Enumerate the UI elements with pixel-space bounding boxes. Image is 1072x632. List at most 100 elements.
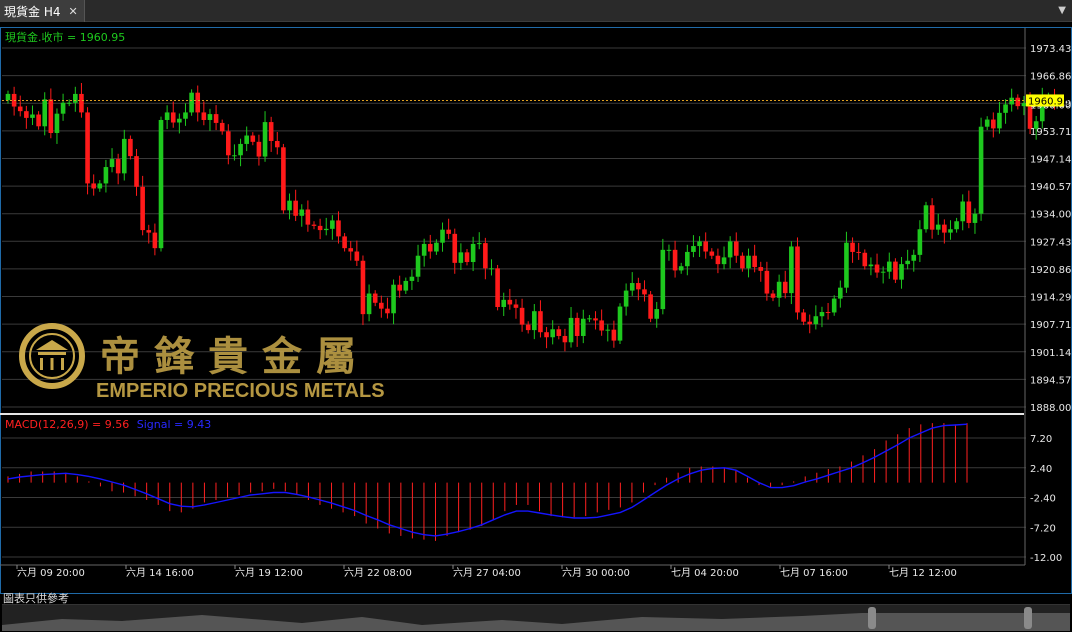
candle-body: [60, 102, 66, 114]
candle-body: [183, 112, 188, 119]
macd-legend: MACD(12,26,9) = 9.56 Signal = 9.43: [5, 418, 211, 431]
macd-tick-label: -12.00: [1030, 553, 1062, 564]
candle-body: [483, 243, 488, 269]
candle-body: [1015, 97, 1021, 107]
candle-body: [691, 246, 696, 252]
macd-tick-label: 7.20: [1030, 434, 1052, 445]
candle-body: [36, 114, 41, 127]
price-tick-label: 1973.43: [1030, 44, 1071, 55]
candle-body: [801, 312, 806, 322]
candle-body: [819, 312, 825, 317]
candle-body: [397, 284, 402, 291]
macd-tick-label: -2.40: [1030, 494, 1056, 505]
candle-body: [427, 243, 433, 252]
watermark: 帝鋒貴金屬 EMPERIO PRECIOUS METALS: [19, 323, 385, 402]
candle-body: [991, 119, 996, 129]
candle-body: [17, 106, 23, 112]
candle-body: [519, 307, 525, 325]
candle-body: [562, 335, 568, 343]
emperio-logo-icon: [19, 323, 85, 389]
candle-body: [703, 241, 708, 252]
candle-body: [917, 229, 923, 255]
candle-body: [421, 243, 427, 256]
signal-line: [7, 423, 968, 537]
candle-body: [415, 255, 421, 277]
x-axis: 六月 09 20:00 六月 14 16:00 六月 19 12:00 六月 22 0…: [16, 565, 957, 579]
x-tick-label: 七月 04 20:00: [671, 567, 739, 579]
candle-body: [434, 242, 439, 252]
candle-body: [54, 113, 60, 134]
candle-body: [709, 251, 715, 256]
candle-body: [752, 255, 757, 268]
candle-body: [244, 135, 249, 144]
candle-body: [134, 156, 139, 187]
candle-body: [831, 298, 837, 313]
candle-body: [470, 243, 476, 263]
candle-body: [30, 114, 35, 118]
candle-body: [954, 221, 959, 230]
candle-body: [42, 99, 48, 127]
candle-body: [868, 264, 874, 267]
candle-body: [489, 268, 494, 270]
candle-body: [813, 316, 819, 325]
candle-body: [715, 255, 721, 265]
candle-body: [274, 140, 280, 148]
candle-body: [91, 183, 96, 189]
x-tick-label: 六月 22 08:00: [344, 567, 412, 579]
candle-body: [440, 229, 445, 243]
candle-body: [532, 311, 537, 331]
timeline-scroller[interactable]: [2, 604, 1070, 631]
candle-body: [158, 119, 164, 249]
x-tick-label: 六月 30 00:00: [562, 567, 630, 579]
price-chart[interactable]: 帝鋒貴金屬 EMPERIO PRECIOUS METALS 1973.43 196…: [0, 0, 1072, 604]
candle-body: [660, 249, 666, 310]
candle-body: [666, 249, 672, 251]
candle-body: [360, 260, 366, 315]
candle-body: [238, 143, 243, 156]
candle-body: [195, 92, 201, 113]
candle-body: [262, 122, 268, 157]
candle-body: [838, 287, 843, 299]
candle-body: [164, 112, 170, 120]
candle-body: [905, 260, 910, 265]
candle-body: [764, 270, 770, 294]
x-tick-label: 六月 27 04:00: [453, 567, 521, 579]
candle-body: [942, 224, 947, 233]
watermark-english: EMPERIO PRECIOUS METALS: [96, 380, 385, 402]
candle-body: [452, 233, 458, 263]
candle-body: [574, 317, 580, 336]
candle-body: [874, 264, 880, 273]
candle-body: [24, 111, 29, 118]
candle-body: [256, 141, 262, 157]
candle-body: [146, 230, 152, 233]
price-tick-label: 1947.14: [1030, 154, 1071, 165]
candle-body: [789, 246, 794, 294]
candle-body: [103, 167, 109, 184]
candle-body: [746, 255, 751, 269]
candle-body: [972, 213, 978, 223]
candle-body: [733, 241, 739, 256]
candle-body: [379, 302, 384, 309]
candle-body: [935, 224, 941, 230]
candle-body: [844, 242, 849, 288]
candle-body: [403, 280, 409, 291]
candle-body: [648, 294, 653, 319]
candle-body: [672, 249, 678, 271]
candle-body: [48, 99, 54, 134]
candle-body: [886, 261, 892, 272]
candle-body: [544, 332, 549, 338]
candle-body: [899, 264, 904, 280]
price-tick-label: 1888.00: [1030, 403, 1071, 414]
price-tick-label: 1907.71: [1030, 320, 1071, 331]
candle-body: [654, 309, 660, 319]
candle-body: [825, 312, 831, 314]
candle-body: [348, 248, 354, 252]
candle-body: [323, 228, 329, 231]
candle-body: [593, 318, 598, 321]
candle-body: [758, 267, 764, 271]
x-tick-label: 七月 12 12:00: [889, 567, 957, 579]
candle-body: [121, 138, 127, 174]
candle-body: [293, 200, 298, 216]
price-tick-label: 1914.29: [1030, 293, 1071, 304]
candle-body: [617, 306, 623, 341]
